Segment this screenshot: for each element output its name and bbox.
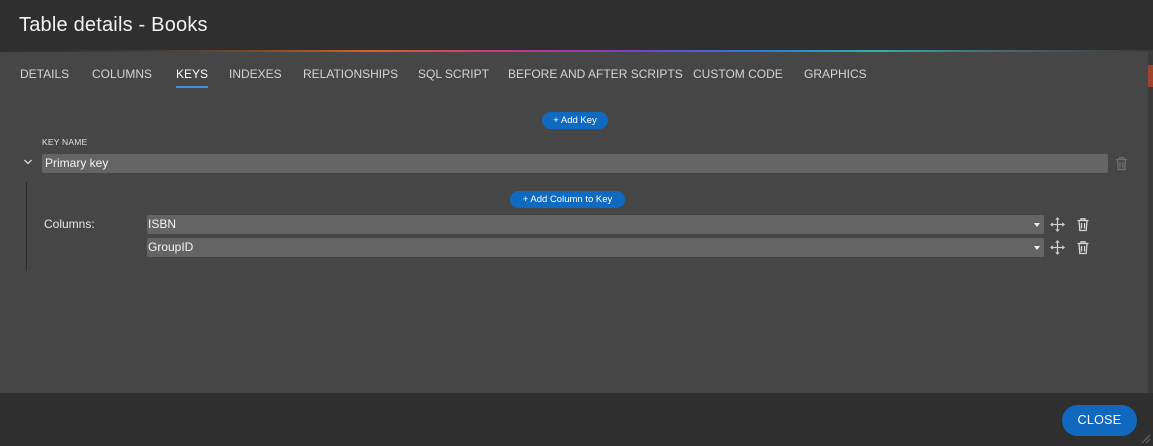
key-column-select[interactable]: GroupID — [147, 238, 1044, 257]
dialog-header: Table details - Books — [0, 0, 1153, 51]
scroll-marker — [1148, 65, 1153, 87]
caret-down-icon — [1034, 223, 1040, 227]
key-column-select[interactable]: ISBN — [147, 215, 1044, 234]
chevron-down-icon[interactable] — [22, 156, 34, 168]
close-button[interactable]: CLOSE — [1062, 405, 1137, 436]
key-column-value: GroupID — [148, 240, 194, 254]
columns-label: Columns: — [44, 217, 95, 231]
key-column-value: ISBN — [148, 217, 177, 231]
delete-key-trash-icon[interactable] — [1114, 156, 1129, 171]
tab-bar: DETAILS COLUMNS KEYS INDEXES RELATIONSHI… — [0, 52, 1148, 92]
tab-keys[interactable]: KEYS — [176, 67, 209, 88]
resize-grip-icon[interactable] — [1141, 434, 1151, 444]
caret-down-icon — [1034, 246, 1040, 250]
tab-graphics[interactable]: GRAPHICS — [804, 67, 867, 81]
add-column-to-key-button[interactable]: + Add Column to Key — [510, 191, 625, 208]
tab-indexes[interactable]: INDEXES — [229, 67, 282, 81]
tab-custom-code[interactable]: CUSTOM CODE — [693, 67, 783, 81]
add-key-button[interactable]: + Add Key — [542, 112, 608, 129]
dialog-title: Table details - Books — [19, 14, 208, 36]
key-name-header: KEY NAME — [42, 137, 88, 147]
trash-icon[interactable] — [1076, 240, 1090, 255]
tab-details[interactable]: DETAILS — [20, 67, 69, 81]
tab-before-after-scripts[interactable]: BEFORE AND AFTER SCRIPTS — [508, 67, 683, 81]
right-scroll-edge — [1148, 52, 1153, 393]
move-icon[interactable] — [1050, 217, 1065, 232]
key-group-guide-line — [26, 182, 27, 271]
dialog-footer — [0, 393, 1153, 446]
move-icon[interactable] — [1050, 240, 1065, 255]
tab-relationships[interactable]: RELATIONSHIPS — [303, 67, 398, 81]
tab-columns[interactable]: COLUMNS — [92, 67, 152, 81]
trash-icon[interactable] — [1076, 217, 1090, 232]
key-name-field[interactable]: Primary key — [42, 154, 1108, 173]
tab-sql-script[interactable]: SQL SCRIPT — [418, 67, 489, 81]
